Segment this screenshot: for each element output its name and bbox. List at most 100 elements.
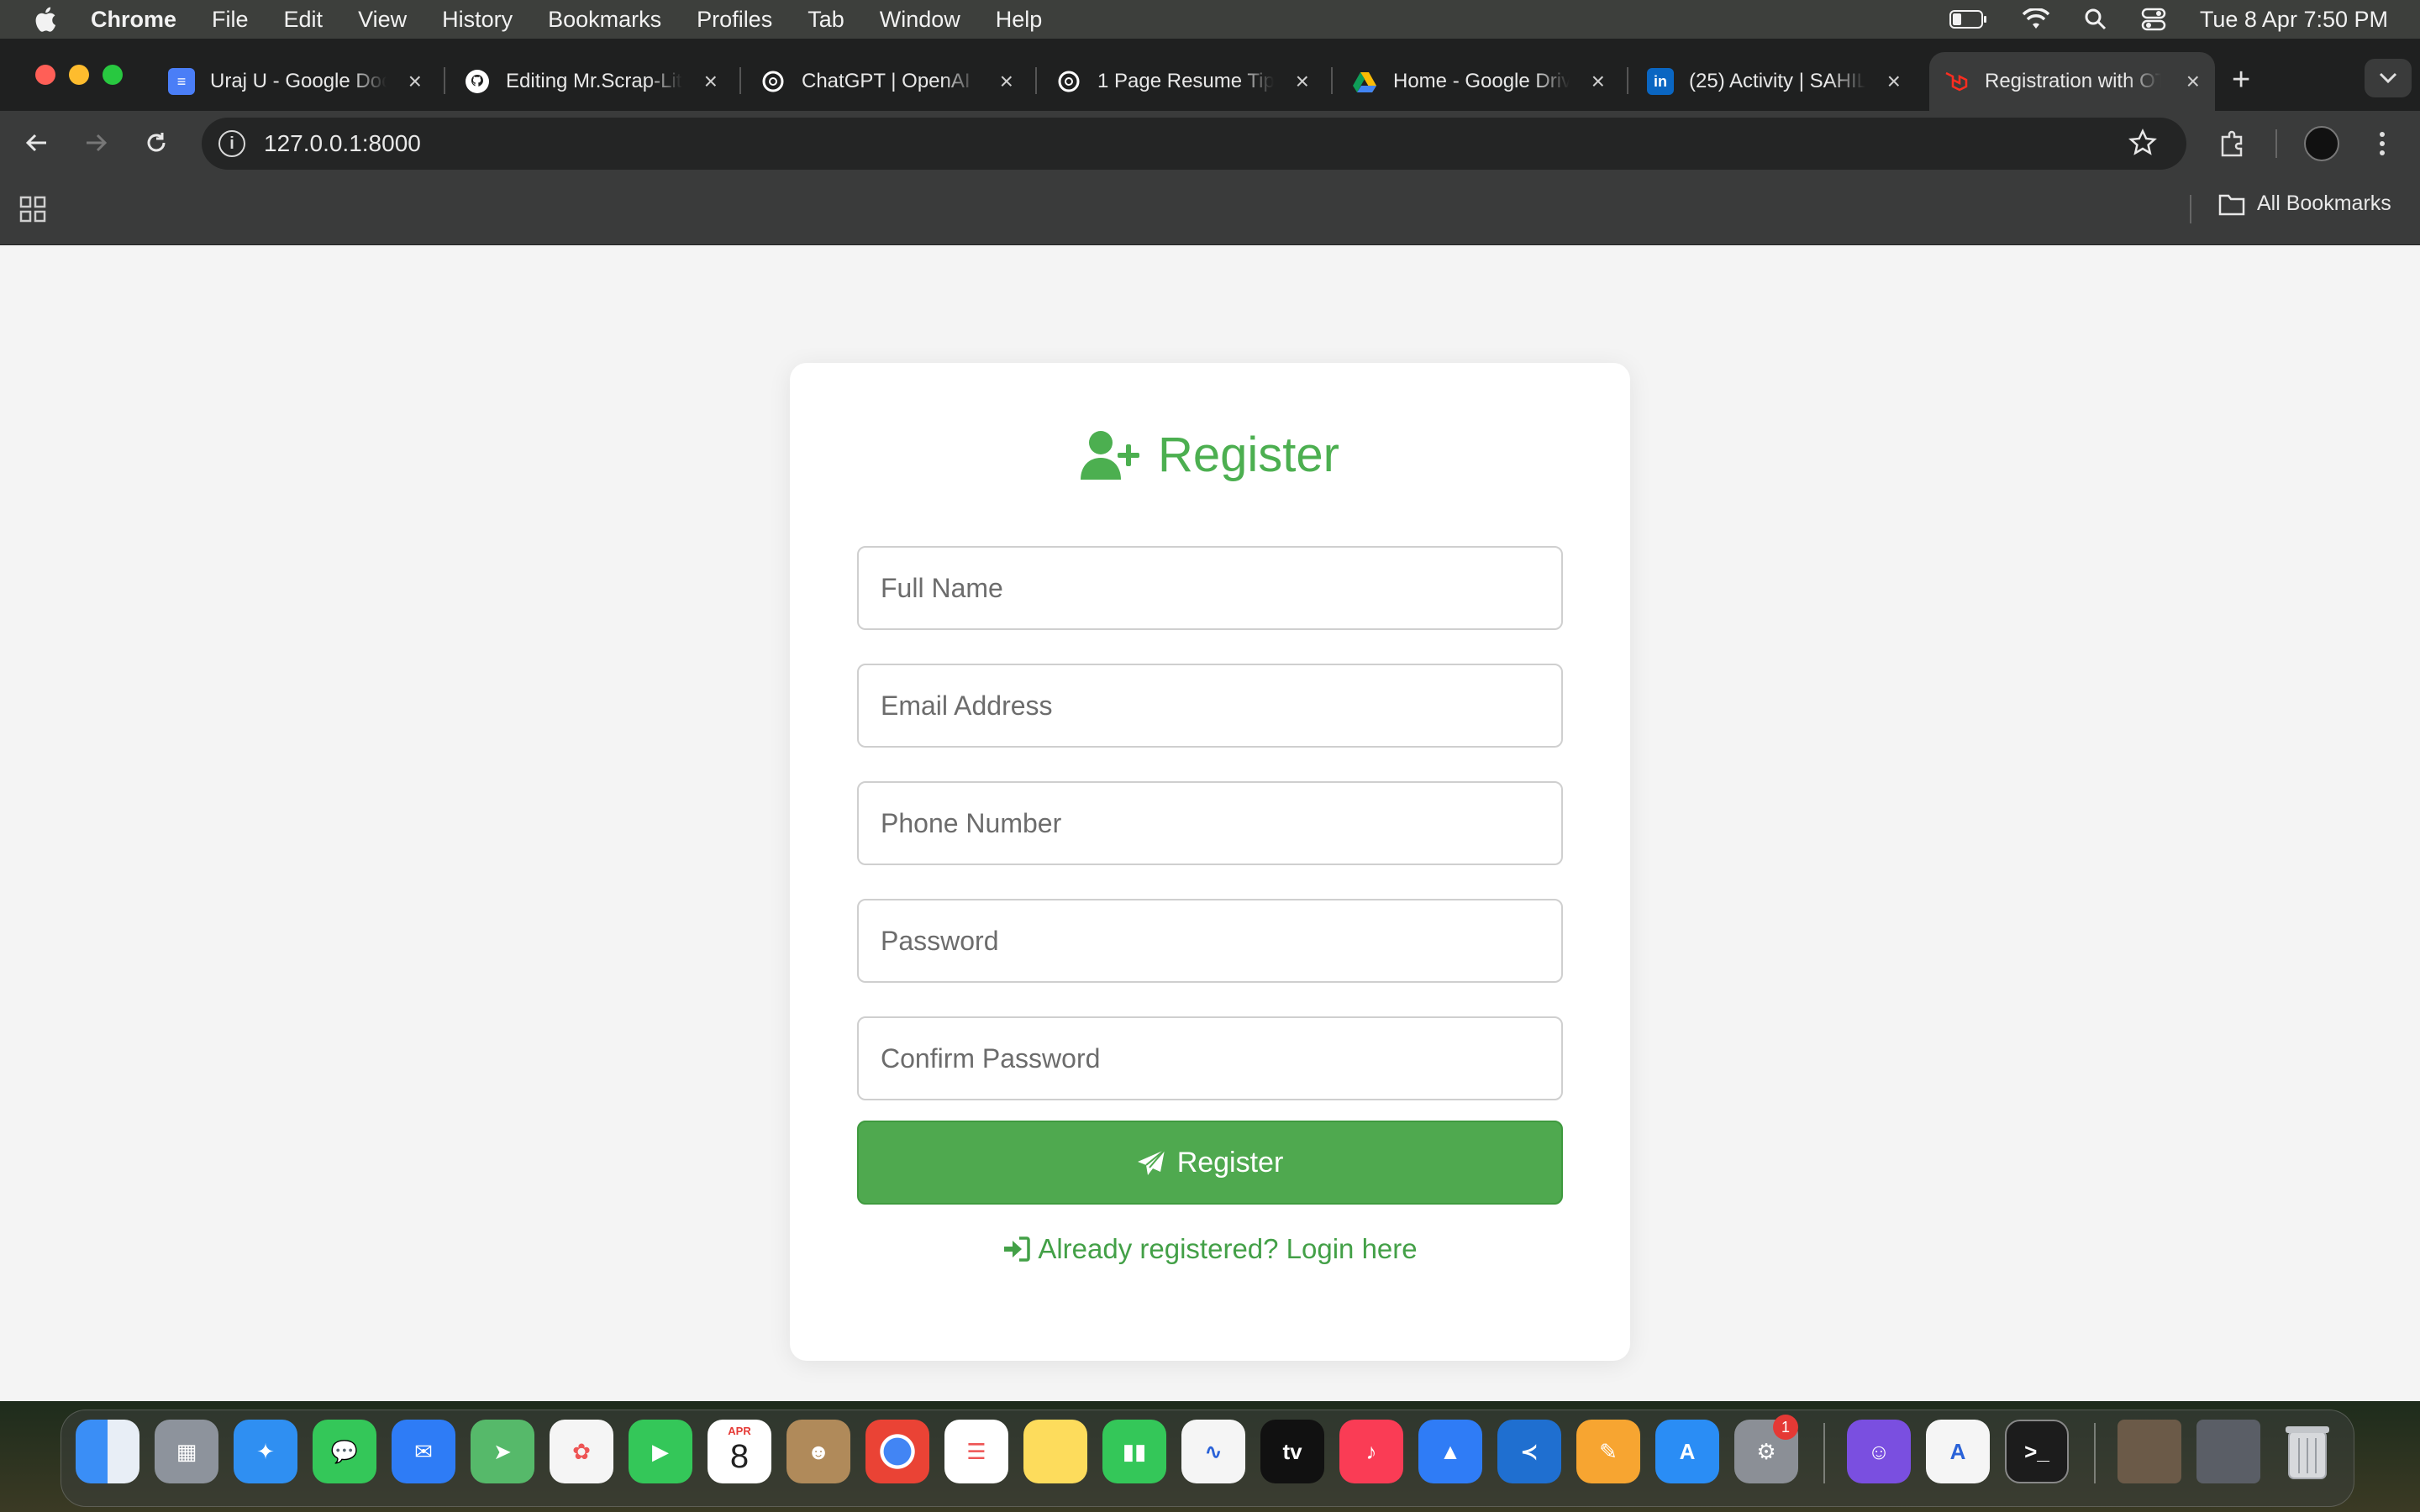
menu-file[interactable]: File (212, 7, 249, 33)
tab-close-icon[interactable]: × (1591, 68, 1605, 95)
arrow-right-icon (87, 134, 108, 152)
mail-icon[interactable]: ✉ (392, 1420, 455, 1483)
tab-close-icon[interactable]: × (1887, 68, 1901, 95)
tab-registration[interactable]: Registration with OTP × (1929, 52, 2215, 111)
messages-icon[interactable]: 💬 (313, 1420, 376, 1483)
finder-icon[interactable] (76, 1420, 139, 1483)
zoom-window-button[interactable] (103, 65, 123, 85)
app-store-icon[interactable]: A (1655, 1420, 1719, 1483)
tab-linkedin[interactable]: in (25) Activity | SAHIL × (1634, 52, 1916, 111)
apps-grid-icon[interactable] (18, 195, 47, 223)
tab-close-icon[interactable]: × (1296, 68, 1309, 95)
apple-menu-icon[interactable] (32, 5, 57, 34)
pages-icon[interactable]: ✎ (1576, 1420, 1640, 1483)
screenshot-thumb-icon[interactable] (2196, 1420, 2260, 1483)
tab-resume-tips[interactable]: 1 Page Resume Tips × (1042, 52, 1324, 111)
photos-icon[interactable]: ✿ (550, 1420, 613, 1483)
minimize-window-button[interactable] (69, 65, 89, 85)
control-center-icon[interactable] (2141, 8, 2166, 31)
tab-google-drive[interactable]: Home - Google Drive × (1338, 52, 1620, 111)
menu-chrome[interactable]: Chrome (91, 7, 176, 33)
phone-input[interactable] (857, 781, 1563, 865)
menu-history[interactable]: History (442, 7, 513, 33)
bookmarks-bar: All Bookmarks (0, 175, 2420, 245)
profile-avatar[interactable] (2304, 126, 2339, 161)
spotlight-search-icon[interactable] (2084, 8, 2107, 31)
extensions-button[interactable] (2215, 126, 2250, 161)
login-link[interactable]: Already registered? Login here (790, 1233, 1630, 1265)
tab-label: 1 Page Resume Tips (1097, 70, 1274, 92)
toolbar-divider (2275, 129, 2277, 158)
menu-bookmarks[interactable]: Bookmarks (548, 7, 661, 33)
safari-icon[interactable]: ✦ (234, 1420, 297, 1483)
bookmark-star-icon[interactable] (2128, 128, 2158, 158)
menu-help[interactable]: Help (996, 7, 1043, 33)
tab-close-icon[interactable]: × (704, 68, 718, 95)
reminders-icon[interactable]: ☰ (944, 1420, 1008, 1483)
tab-chatgpt[interactable]: ChatGPT | OpenAI × (746, 52, 1028, 111)
arrow-left-icon (25, 134, 46, 152)
tab-divider (739, 67, 741, 94)
all-bookmarks-button[interactable]: All Bookmarks (2218, 192, 2391, 216)
xcode-instruments-icon[interactable]: A (1926, 1420, 1990, 1483)
title-text: Register (1158, 428, 1339, 482)
screenshot-thumb-icon[interactable] (2118, 1420, 2181, 1483)
confirm-password-input[interactable] (857, 1016, 1563, 1100)
openai-icon (762, 71, 784, 92)
register-button-label: Register (1176, 1146, 1284, 1179)
tab-close-icon[interactable]: × (2186, 68, 2200, 95)
openai-icon (1058, 71, 1080, 92)
linkedin-icon: in (1647, 68, 1674, 95)
notes-icon[interactable] (1023, 1420, 1087, 1483)
terminal-icon[interactable]: >_ (2005, 1420, 2069, 1483)
sign-in-icon (1004, 1236, 1031, 1262)
register-button[interactable]: Register (857, 1121, 1563, 1205)
email-input[interactable] (857, 664, 1563, 748)
back-button[interactable] (18, 124, 55, 161)
tab-search-button[interactable] (2365, 59, 2412, 97)
menu-tab[interactable]: Tab (808, 7, 844, 33)
facetime-icon[interactable]: ▶ (629, 1420, 692, 1483)
chrome-menu-button[interactable] (2365, 126, 2400, 161)
vscode-icon[interactable]: ≺ (1497, 1420, 1561, 1483)
url-text[interactable]: 127.0.0.1:8000 (264, 130, 421, 157)
apple-tv-icon[interactable]: tv (1260, 1420, 1324, 1483)
maps-icon[interactable]: ➤ (471, 1420, 534, 1483)
tab-close-icon[interactable]: × (408, 68, 422, 95)
menu-profiles[interactable]: Profiles (697, 7, 772, 33)
menubar-clock[interactable]: Tue 8 Apr 7:50 PM (2200, 7, 2388, 33)
chrome-window: ≡ Uraj U - Google Docs × Editing Mr.Scra… (0, 39, 2420, 1401)
contacts-icon[interactable]: ☻ (786, 1420, 850, 1483)
forward-button[interactable] (77, 124, 114, 161)
close-window-button[interactable] (35, 65, 55, 85)
keynote-icon[interactable]: ▲ (1418, 1420, 1482, 1483)
tab-github[interactable]: Editing Mr.Scrap-Lite × (450, 52, 733, 111)
new-tab-button[interactable]: + (2232, 62, 2250, 98)
launchpad-icon[interactable]: ▦ (155, 1420, 218, 1483)
password-input[interactable] (857, 899, 1563, 983)
menu-edit[interactable]: Edit (284, 7, 324, 33)
tab-close-icon[interactable]: × (1000, 68, 1013, 95)
user-plus-icon (1081, 430, 1139, 480)
tab-google-docs[interactable]: ≡ Uraj U - Google Docs × (155, 52, 437, 111)
chrome-icon[interactable] (865, 1420, 929, 1483)
numbers-icon[interactable]: ▮▮ (1102, 1420, 1166, 1483)
address-bar[interactable]: i 127.0.0.1:8000 (202, 118, 2186, 170)
wifi-icon[interactable] (2022, 8, 2050, 30)
google-docs-icon: ≡ (168, 68, 195, 95)
battery-icon[interactable] (1949, 9, 1988, 29)
site-info-icon[interactable]: i (218, 130, 245, 157)
calendar-icon[interactable]: APR 8 (708, 1420, 771, 1483)
github-desktop-icon[interactable]: ☺ (1847, 1420, 1911, 1483)
tab-strip: ≡ Uraj U - Google Docs × Editing Mr.Scra… (0, 39, 2420, 111)
menu-window[interactable]: Window (880, 7, 960, 33)
trash-icon[interactable] (2275, 1420, 2339, 1483)
reload-button[interactable] (138, 124, 175, 161)
freeform-icon[interactable]: ∿ (1181, 1420, 1245, 1483)
full-name-input[interactable] (857, 546, 1563, 630)
macos-menu-bar: Chrome File Edit View History Bookmarks … (0, 0, 2420, 39)
page-title: Register (790, 427, 1630, 483)
menu-view[interactable]: View (358, 7, 407, 33)
calendar-day: 8 (729, 1437, 750, 1475)
music-icon[interactable]: ♪ (1339, 1420, 1403, 1483)
